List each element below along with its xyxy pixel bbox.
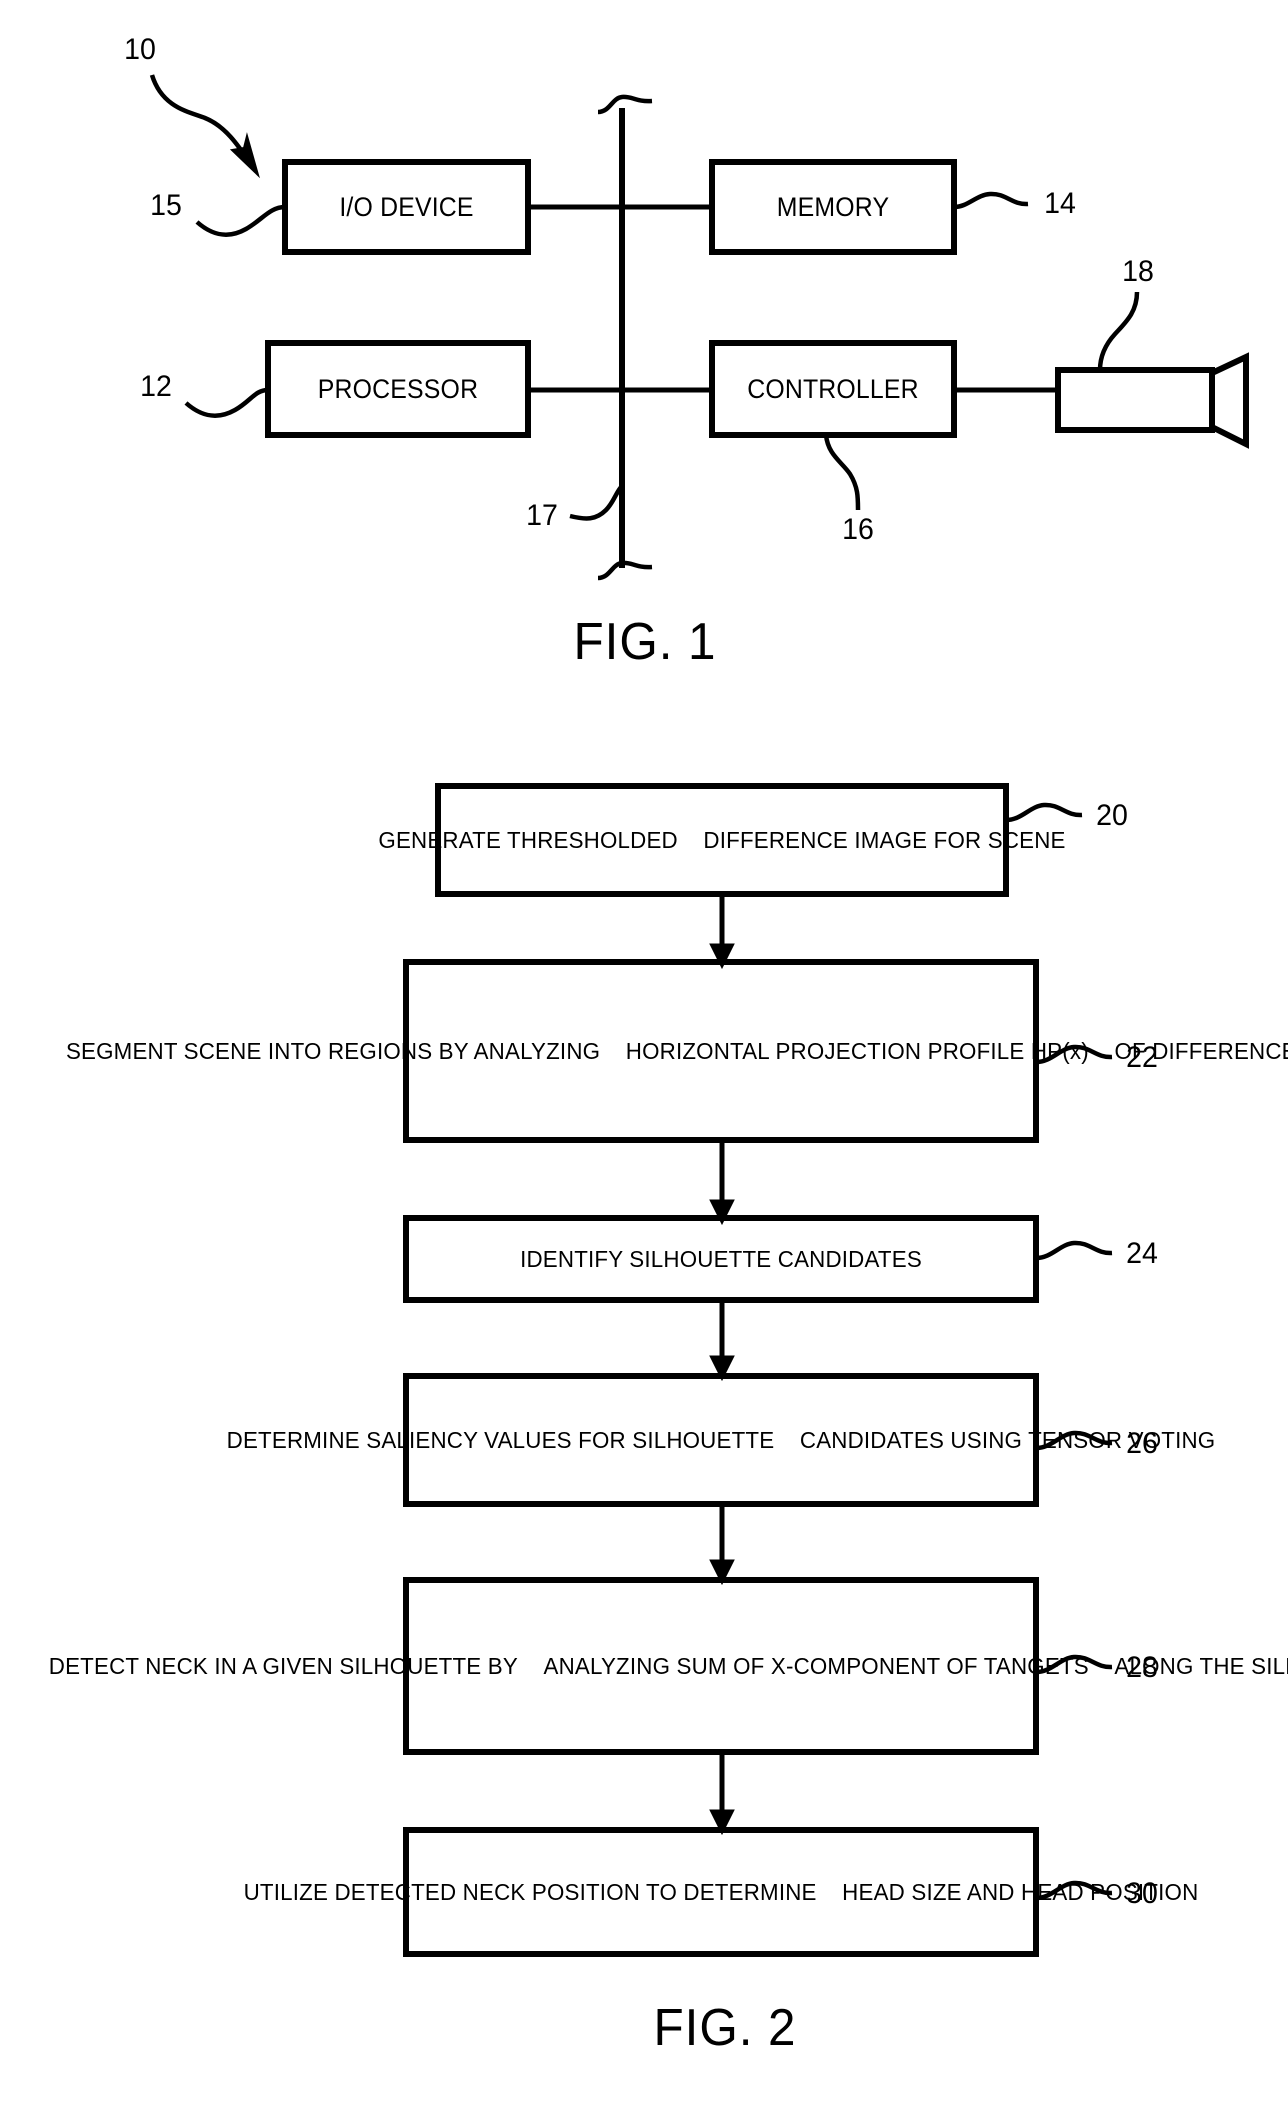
ref-20-leader	[1005, 802, 1083, 823]
figure-1-group	[149, 74, 1249, 581]
flow-step-24-line-1: IDENTIFY SILHOUETTE CANDIDATES	[520, 1245, 922, 1272]
processor-label: PROCESSOR	[317, 373, 479, 404]
figure-2-caption: FIG. 2	[653, 1998, 797, 2057]
flow-step-28-label: DETECT NECK IN A GIVEN SILHOUETTE BY ANA…	[49, 1580, 1288, 1752]
io-device-label: I/O DEVICE	[339, 191, 474, 222]
ref-16-number: 16	[842, 513, 874, 547]
ref-14-number: 14	[1044, 187, 1076, 221]
flow-step-26-label: DETERMINE SALIENCY VALUES FOR SILHOUETTE…	[227, 1376, 1216, 1504]
ref-15-number: 15	[150, 189, 182, 223]
figure-1-caption: FIG. 1	[573, 612, 717, 671]
ref-20-number: 20	[1096, 799, 1128, 833]
bus-bottom-hook	[597, 560, 653, 581]
ref-12-number: 12	[140, 370, 172, 404]
ref-17-leader	[569, 484, 624, 521]
ref-26-number: 26	[1126, 1427, 1158, 1461]
flow-step-22-label: SEGMENT SCENE INTO REGIONS BY ANALYZING …	[66, 962, 1288, 1140]
flow-step-22-line-2: HORIZONTAL PROJECTION PROFILE HP(x)	[625, 1037, 1089, 1064]
ref-22-number: 22	[1126, 1041, 1158, 1075]
ref-18-leader	[1097, 291, 1140, 371]
flow-step-28-line-1: DETECT NECK IN A GIVEN SILHOUETTE BY	[48, 1652, 518, 1679]
ref-15-leader	[195, 204, 286, 237]
flow-step-30-label: UTILIZE DETECTED NECK POSITION TO DETERM…	[244, 1830, 1199, 1954]
flow-step-22-line-1: SEGMENT SCENE INTO REGIONS BY ANALYZING	[65, 1037, 601, 1064]
patent-drawing-sheet: I/O DEVICE MEMORY PROCESSOR CONTROLLER 1…	[0, 0, 1288, 2112]
memory-label: MEMORY	[776, 191, 890, 222]
ref-24-leader	[1035, 1240, 1113, 1261]
controller-label: CONTROLLER	[747, 373, 919, 404]
ref-28-number: 28	[1126, 1651, 1158, 1685]
camera-body-icon	[1055, 367, 1215, 433]
flow-step-20-line-2: DIFFERENCE IMAGE FOR SCENE	[703, 826, 1066, 853]
ref-30-number: 30	[1126, 1877, 1158, 1911]
flow-step-20-line-1: GENERATE THRESHOLDED	[378, 826, 678, 853]
flow-step-24-label: IDENTIFY SILHOUETTE CANDIDATES	[422, 1218, 1021, 1300]
flow-step-28-line-2: ANALYZING SUM OF X-COMPONENT OF TANGETS	[543, 1652, 1089, 1679]
ref-18-number: 18	[1122, 255, 1154, 289]
ref-10-number: 10	[124, 33, 156, 67]
ref-12-leader	[184, 387, 269, 418]
camera-lens-icon	[1209, 352, 1249, 449]
ref-14-leader	[953, 191, 1029, 210]
flow-step-30-line-1: UTILIZE DETECTED NECK POSITION TO DETERM…	[243, 1878, 817, 1905]
ref-24-number: 24	[1126, 1237, 1158, 1271]
ref-17-number: 17	[526, 499, 558, 533]
ref-16-leader	[823, 434, 861, 511]
flow-step-20-label: GENERATE THRESHOLDED DIFFERENCE IMAGE FO…	[378, 786, 1065, 894]
flow-step-26-line-1: DETERMINE SALIENCY VALUES FOR SILHOUETTE	[226, 1426, 775, 1453]
